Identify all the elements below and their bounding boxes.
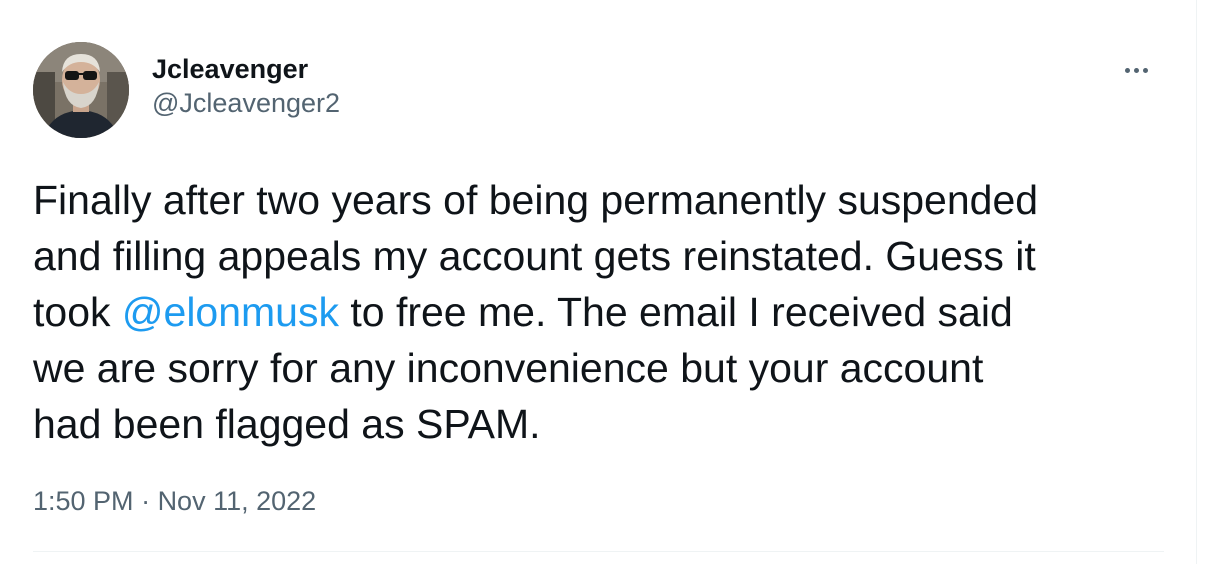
more-horizontal-icon [1123,67,1150,73]
user-info: Jcleavenger @Jcleavenger2 [152,52,340,120]
display-name[interactable]: Jcleavenger [152,52,340,86]
divider [33,551,1164,552]
tweet-time[interactable]: 1:50 PM [33,486,134,516]
tweet-text-line: took @elonmusk to free me. The email I r… [33,284,1173,340]
tweet-card: Jcleavenger @Jcleavenger2 Finally after … [0,0,1196,564]
more-options-button[interactable] [1118,52,1154,88]
tweet-text-line: had been flagged as SPAM. [33,401,541,447]
tweet-text-line: and filling appeals my account gets rein… [33,233,1036,279]
tweet-text: Finally after two years of being permane… [33,172,1173,452]
user-handle[interactable]: @Jcleavenger2 [152,86,340,120]
tweet-text-line: we are sorry for any inconvenience but y… [33,345,984,391]
column-border [1196,0,1197,564]
tweet-text-fragment: to free me. The email I received said [338,289,1013,335]
tweet-date[interactable]: Nov 11, 2022 [158,486,317,516]
tweet-timestamp: 1:50 PM · Nov 11, 2022 [33,484,316,518]
timestamp-separator: · [133,486,158,516]
tweet-text-fragment: took [33,289,122,335]
tweet-text-line: Finally after two years of being permane… [33,177,1039,223]
mention-link[interactable]: @elonmusk [122,289,339,335]
avatar-photo [33,42,129,138]
avatar[interactable] [33,42,129,138]
